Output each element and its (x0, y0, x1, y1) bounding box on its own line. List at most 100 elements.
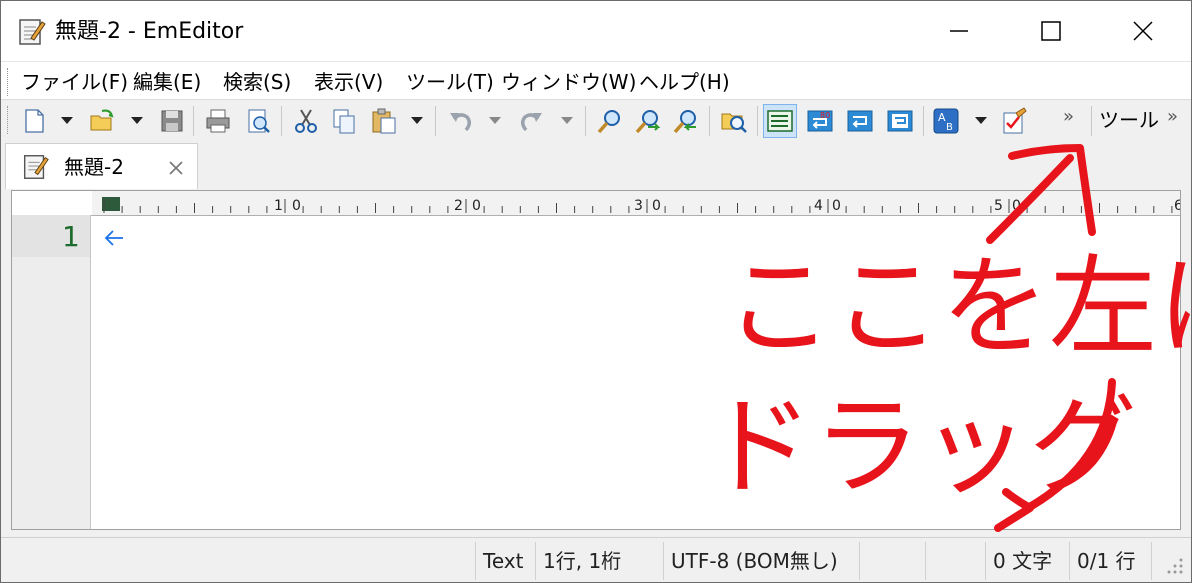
close-icon (1133, 21, 1153, 41)
status-line-count[interactable]: 0/1 行 (1077, 548, 1136, 574)
redo-button[interactable] (515, 104, 549, 138)
wrap-by-page-button[interactable] (883, 104, 917, 138)
find-next-button[interactable] (631, 104, 665, 138)
ruler-label: 4 (814, 198, 823, 214)
status-position[interactable]: 1行, 1桁 (543, 548, 621, 574)
window-title: 無題-2 - EmEditor (55, 19, 244, 44)
minimize-icon (950, 30, 968, 32)
redo-dropdown[interactable] (559, 114, 575, 128)
save-icon (161, 110, 183, 132)
undo-dropdown[interactable] (487, 114, 503, 128)
resize-grip-icon[interactable] (1161, 552, 1185, 576)
paste-icon (372, 108, 396, 134)
dropdown-arrow-icon (61, 117, 73, 124)
ruler-label: 0 (652, 198, 661, 214)
dropdown-arrow-icon (489, 117, 501, 124)
menu-edit[interactable]: 編集(E) (133, 68, 201, 96)
close-button[interactable] (1097, 1, 1189, 61)
ruler-label: 0 (292, 198, 301, 214)
svg-text:B: B (946, 122, 953, 133)
tools-overflow-chevron[interactable]: » (1167, 106, 1178, 127)
emeditor-window: 無題-2 - EmEditor ファイル(F) 編集(E) 検索(S) 表示(V… (0, 0, 1192, 583)
ruler-ticks: 10203040506 (102, 197, 1181, 214)
save-button[interactable] (155, 104, 189, 138)
redo-icon (521, 113, 542, 132)
toolbar-separator (585, 106, 586, 136)
print-button[interactable] (201, 104, 235, 138)
paste-dropdown[interactable] (409, 114, 425, 128)
toolbar-overflow-chevron[interactable]: » (1063, 106, 1074, 127)
find-previous-button[interactable] (669, 104, 703, 138)
menu-grip[interactable] (7, 68, 10, 96)
ruler-label: 1 (274, 198, 283, 214)
toolbar-separator (193, 106, 194, 136)
find-in-files-button[interactable] (717, 104, 751, 138)
wrap-by-chars-icon: 80 (807, 110, 833, 132)
new-file-button[interactable] (17, 104, 51, 138)
svg-text:80: 80 (820, 111, 830, 120)
wrap-by-chars-button[interactable]: 80 (803, 104, 837, 138)
editor-frame: 10203040506 1 (11, 190, 1181, 530)
print-preview-button[interactable] (241, 104, 275, 138)
status-encoding[interactable]: UTF-8 (BOM無し) (671, 548, 838, 574)
dropdown-arrow-icon (411, 117, 423, 124)
find-next-icon (635, 110, 661, 134)
copy-button[interactable] (327, 104, 361, 138)
wrap-by-window-button[interactable] (843, 104, 877, 138)
line-number: 1 (62, 220, 80, 253)
document-tab[interactable]: 無題-2 (5, 143, 198, 189)
wrap-none-button[interactable] (763, 104, 797, 138)
ruler[interactable]: 10203040506 (12, 191, 1180, 216)
wrap-by-page-icon (887, 110, 913, 132)
ruler-label: 0 (1012, 198, 1021, 214)
customize-button[interactable] (997, 104, 1031, 138)
menu-window[interactable]: ウィンドウ(W) (501, 68, 636, 96)
status-separator (925, 542, 926, 580)
undo-button[interactable] (443, 104, 477, 138)
menu-view[interactable]: 表示(V) (314, 68, 383, 96)
tools-toolbar-label[interactable]: ツール (1099, 106, 1159, 134)
toolbar-grip[interactable] (7, 106, 10, 134)
line-number-gutter[interactable] (12, 215, 91, 529)
title-bar[interactable]: 無題-2 - EmEditor (1, 1, 1191, 61)
status-mode[interactable]: Text (483, 548, 523, 574)
maximize-button[interactable] (1005, 1, 1097, 61)
toolbar-separator (709, 106, 710, 136)
toolbar-separator (757, 106, 758, 136)
status-bar: Text 1行, 1桁 UTF-8 (BOM無し) 0 文字 0/1 行 (1, 537, 1191, 582)
ruler-label: 5 (994, 198, 1003, 214)
menu-tools[interactable]: ツール(T) (406, 68, 494, 96)
menu-search[interactable]: 検索(S) (223, 68, 291, 96)
dropdown-arrow-icon (975, 117, 987, 124)
print-preview-icon (248, 109, 270, 133)
new-file-dropdown[interactable] (59, 114, 75, 128)
spell-check-button[interactable]: AB (929, 104, 963, 138)
new-file-icon (25, 109, 44, 133)
ruler-label: 6 (1174, 198, 1181, 214)
close-icon[interactable] (166, 158, 186, 178)
paste-button[interactable] (367, 104, 401, 138)
minimize-button[interactable] (913, 1, 1005, 61)
status-char-count[interactable]: 0 文字 (993, 548, 1052, 574)
print-icon (206, 109, 230, 133)
open-button[interactable] (85, 104, 119, 138)
ruler-label: 3 (634, 198, 643, 214)
cut-button[interactable] (289, 104, 323, 138)
find-previous-icon (673, 110, 696, 134)
document-tab-bar: 無題-2 (1, 141, 1191, 189)
open-dropdown[interactable] (129, 114, 145, 128)
spell-check-dropdown[interactable] (973, 114, 989, 128)
wrap-by-window-icon (847, 110, 873, 132)
status-separator (985, 542, 986, 580)
cut-icon (295, 109, 317, 133)
ruler-label: 2 (454, 198, 463, 214)
editor-text-area[interactable] (92, 215, 1180, 529)
menu-file[interactable]: ファイル(F) (21, 68, 128, 96)
notepad-icon (23, 155, 49, 179)
ruler-caret-marker (102, 197, 120, 211)
menu-help[interactable]: ヘルプ(H) (639, 68, 730, 96)
maximize-icon (1041, 21, 1061, 41)
find-button[interactable] (593, 104, 627, 138)
toolbar: 80 AB » ツール » (1, 99, 1191, 143)
customize-icon (1003, 107, 1027, 134)
